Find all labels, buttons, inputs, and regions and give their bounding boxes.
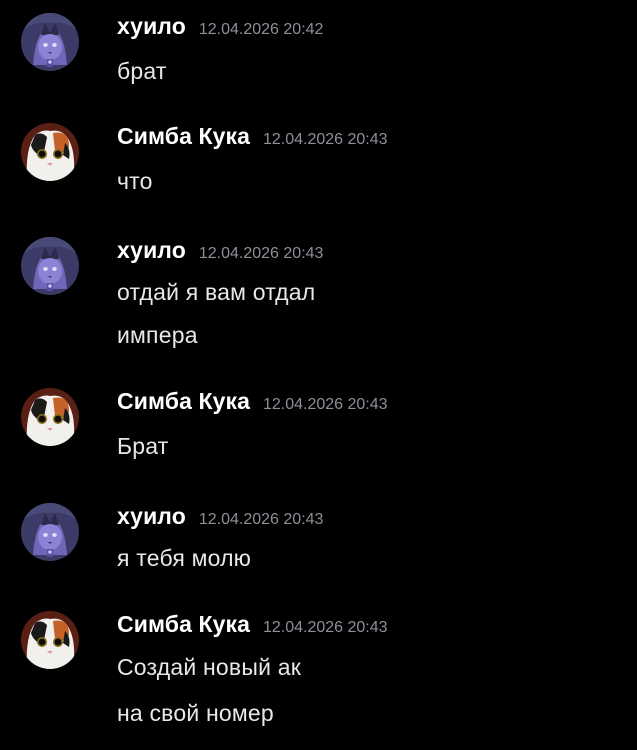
message-text: Создай новый ак [117,654,301,680]
username[interactable]: Симба Кука [117,611,250,638]
timestamp: 12.04.2026 20:43 [198,511,324,528]
calico-cat-avatar-icon[interactable] [21,123,79,181]
message-header: Симба Кука 12.04.2026 20:43 [117,388,388,418]
calico-cat-avatar-icon[interactable] [21,388,79,446]
message-header: Симба Кука 12.04.2026 20:43 [117,123,388,153]
message-text: отдай я вам отдал [117,279,316,305]
username[interactable]: хуило [117,237,186,264]
message-text: я тебя молю [117,545,252,571]
chat-message-list: хуило 12.04.2026 20:42 брат Симба Кука 1… [0,0,637,750]
purple-cat-avatar-icon[interactable] [21,13,79,71]
username[interactable]: хуило [117,503,186,530]
message-header: хуило 12.04.2026 20:43 [117,503,323,533]
username[interactable]: Симба Кука [117,388,250,415]
message-text: что [117,168,153,194]
timestamp: 12.04.2026 20:43 [262,396,388,413]
message-header: хуило 12.04.2026 20:43 [117,237,323,267]
username[interactable]: Симба Кука [117,123,250,150]
purple-cat-avatar-icon[interactable] [21,237,79,295]
timestamp: 12.04.2026 20:42 [198,21,324,38]
message-header: Симба Кука 12.04.2026 20:43 [117,611,388,641]
message-text: брат [117,58,167,84]
username[interactable]: хуило [117,13,186,40]
timestamp: 12.04.2026 20:43 [198,245,324,262]
message-header: хуило 12.04.2026 20:42 [117,13,323,43]
message-text: на свой номер [117,700,274,726]
timestamp: 12.04.2026 20:43 [262,619,388,636]
message-text: Брат [117,433,169,459]
calico-cat-avatar-icon[interactable] [21,611,79,669]
message-text: импера [117,322,198,348]
purple-cat-avatar-icon[interactable] [21,503,79,561]
timestamp: 12.04.2026 20:43 [262,131,388,148]
